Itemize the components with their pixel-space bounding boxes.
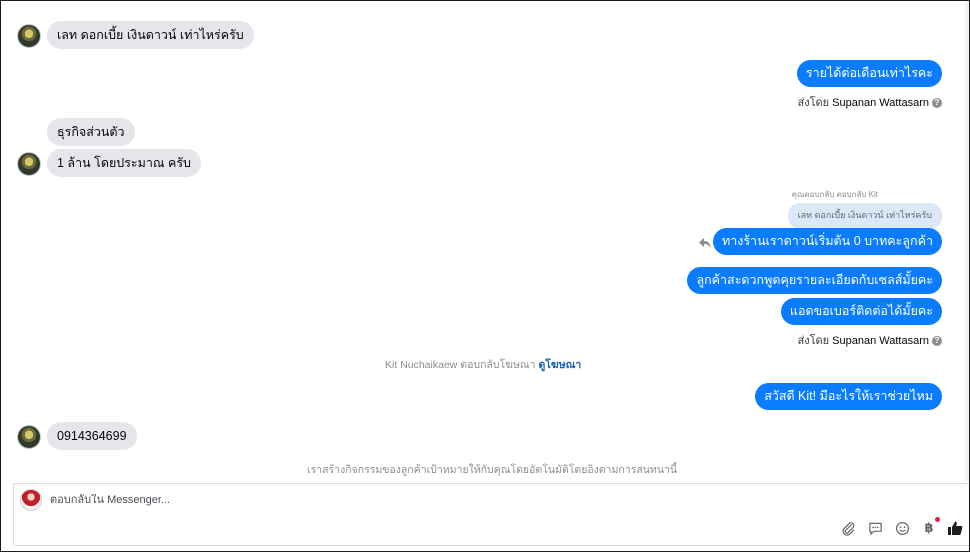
reply-input[interactable] xyxy=(50,494,650,506)
reply-context-label: คุณตอบกลับ ตอบกลับ Kit xyxy=(791,190,878,199)
customer-avatar[interactable] xyxy=(17,425,41,449)
notification-dot xyxy=(935,517,940,522)
automation-notice: เราสร้างกิจกรรมของลูกค้าเป้าหมายให้กับคุ… xyxy=(307,464,678,476)
incoming-message[interactable]: 0914364699 xyxy=(47,422,137,450)
paperclip-icon[interactable] xyxy=(840,520,856,536)
messenger-conversation: เลท ดอกเบี้ย เงินดาวน์ เท่าไหร่ครับ รายไ… xyxy=(0,0,970,552)
reply-composer: ฿ xyxy=(13,483,969,546)
sent-by-prefix: ส่งโดย xyxy=(797,97,830,109)
quoted-message[interactable]: เลท ดอกเบี้ย เงินดาวน์ เท่าไหร่ครับ xyxy=(787,203,942,229)
sender-name: Supanan Wattasarn xyxy=(832,97,929,109)
like-icon[interactable] xyxy=(947,520,963,536)
incoming-message[interactable]: เลท ดอกเบี้ย เงินดาวน์ เท่าไหร่ครับ xyxy=(47,21,254,49)
message-thread[interactable]: เลท ดอกเบี้ย เงินดาวน์ เท่าไหร่ครับ รายไ… xyxy=(1,1,969,481)
incoming-message[interactable]: ธุรกิจส่วนตัว xyxy=(47,118,135,146)
ad-reply-notice: Kit Nuchaikaew ตอบกลับโฆษณา ดูโฆษณา xyxy=(385,356,581,373)
sent-by-label: ส่งโดย Supanan Wattasarn? xyxy=(798,331,942,349)
baht-icon[interactable]: ฿ xyxy=(921,517,940,536)
sender-name: Supanan Wattasarn xyxy=(832,335,929,347)
saved-reply-icon[interactable] xyxy=(867,520,883,536)
scrollbar[interactable] xyxy=(965,1,969,481)
sent-by-label: ส่งโดย Supanan Wattasarn? xyxy=(798,93,942,111)
page-avatar xyxy=(20,489,42,511)
outgoing-message[interactable]: ลูกค้าสะดวกพูดคุยรายละเอียดกับเซลส์มั้ยค… xyxy=(687,267,942,294)
outgoing-message[interactable]: สวัสดี Kit! มีอะไรให้เราช่วยไหม xyxy=(755,383,942,410)
emoji-icon[interactable] xyxy=(894,520,910,536)
info-icon[interactable]: ? xyxy=(932,98,942,109)
outgoing-message[interactable]: แอดขอเบอร์ติดต่อได้มั้ยคะ xyxy=(780,298,942,325)
info-icon[interactable]: ? xyxy=(932,336,942,347)
outgoing-message[interactable]: รายได้ต่อเดือนเท่าไรคะ xyxy=(796,60,942,87)
view-ad-link[interactable]: ดูโฆษณา xyxy=(538,359,581,371)
customer-avatar[interactable] xyxy=(17,24,41,48)
incoming-message[interactable]: 1 ล้าน โดยประมาณ ครับ xyxy=(47,149,201,177)
ad-reply-text: Kit Nuchaikaew ตอบกลับโฆษณา xyxy=(385,359,536,371)
sent-by-prefix: ส่งโดย xyxy=(797,335,830,347)
customer-avatar[interactable] xyxy=(17,152,41,176)
outgoing-message[interactable]: ทางร้านเราดาวน์เริ่มต้น 0 บาทคะลูกค้า xyxy=(712,228,942,255)
